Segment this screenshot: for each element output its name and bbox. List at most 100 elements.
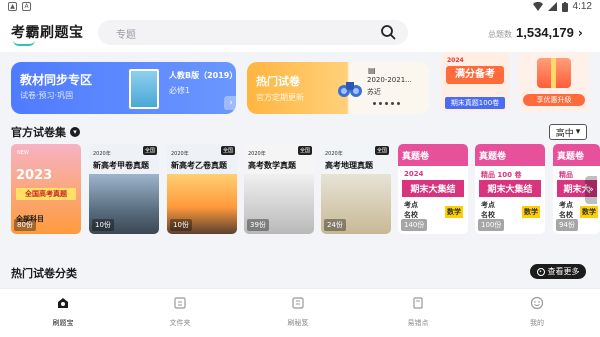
chevron-down-icon: ▾	[70, 127, 80, 137]
paper-card-title: 期末大集结	[479, 180, 541, 197]
paper-card-subject: 数学	[522, 206, 540, 218]
paper-card[interactable]: 2020年 全国 新高考甲卷真题 10份	[89, 144, 159, 234]
logo-smile-icon	[13, 40, 35, 46]
hot-papers-banner[interactable]: 热门试卷 官方定期更新 ▤ 2020-2021... 苏近	[247, 62, 429, 114]
wifi-icon	[532, 2, 543, 11]
paper-card[interactable]: 真题卷 精品 100 卷 期末大集结 考点 名校 数学 100份	[475, 144, 545, 234]
nav-item-label: 刷秘笈	[287, 319, 309, 327]
app-notification-icon: A	[22, 2, 31, 11]
hot-papers-subtitle: 官方定期更新	[256, 93, 304, 102]
paper-card-year: 精品 100 卷	[481, 171, 522, 179]
binoculars-icon	[338, 82, 362, 97]
paper-card-count: 10份	[170, 219, 192, 231]
paper-card-sub1: 考点	[559, 201, 573, 209]
discount-upgrade-promo[interactable]: 享优惠升级	[519, 52, 589, 112]
paper-card-count: 80份	[14, 219, 36, 231]
nav-item-tips[interactable]: 刷秘笈	[268, 295, 328, 328]
paper-card-sub1: 考点	[481, 201, 495, 209]
level-select[interactable]: 高中 ▾	[549, 124, 587, 140]
paper-card-title: 新高考甲卷真题	[93, 161, 149, 170]
nav-item-home[interactable]: 刷题宝	[33, 295, 93, 328]
paper-card-count: 100份	[478, 219, 505, 231]
paper-card-year: 2024	[404, 170, 424, 178]
paper-card[interactable]: 真题卷 2024 期末大集结 考点 名校 数学 140份	[398, 144, 468, 234]
paper-card-year: 2020年	[325, 151, 343, 157]
folder-icon	[174, 297, 186, 309]
textbook-sync-banner[interactable]: 教材同步专区 试卷·预习·巩固 人教B版（2019） 必修1 ›	[11, 62, 236, 114]
total-questions-label: 总题数	[488, 30, 512, 39]
nav-item-mistakes[interactable]: 易错点	[388, 295, 448, 328]
paper-card[interactable]: 2020年 全国 新高考乙卷真题 10份	[167, 144, 237, 234]
paper-card-badge: 全国	[142, 146, 157, 155]
paper-card-year: 2023	[16, 168, 53, 183]
paper-card-badge: 全国	[374, 146, 389, 155]
paper-card-title: 新高考乙卷真题	[171, 161, 227, 170]
app-header: 考霸刷题宝 专题 总题数 1,534,179 ›	[0, 14, 600, 52]
textbook-cover-image	[129, 69, 159, 109]
search-icon[interactable]	[380, 24, 396, 40]
paper-card-count: 10份	[92, 219, 114, 231]
final-exam-headline: 满分备考	[446, 66, 504, 84]
paper-card[interactable]: NEW 2023 全国高考真题 全部科目 80份	[11, 144, 81, 234]
paper-card-subject: 数学	[445, 206, 463, 218]
hot-categories-title: 热门试卷分类	[11, 267, 77, 280]
battery-icon	[561, 1, 568, 12]
paper-card-title: 全国高考真题	[16, 188, 76, 200]
status-right: 4:12	[532, 1, 592, 12]
view-more-button[interactable]: • 查看更多	[530, 264, 586, 279]
nav-item-label: 刷题宝	[52, 319, 74, 327]
app-logo: 考霸刷题宝	[11, 25, 84, 41]
textbook-sync-title: 教材同步专区	[20, 73, 93, 87]
carousel-dots	[373, 102, 400, 105]
paper-card-head-label: 真题卷	[402, 152, 430, 162]
paper-card-header: 真题卷	[475, 144, 545, 166]
final-exam-year: 2024	[447, 57, 464, 64]
paper-card-badge: 全国	[220, 146, 235, 155]
textbook-volume: 必修1	[169, 86, 191, 95]
paper-card-title: 期末大集结	[402, 180, 464, 197]
paper-card-header: 真题卷	[553, 144, 600, 166]
paper-card[interactable]: 2020年 全国 高考数学真题 39份	[244, 144, 314, 234]
paper-card-count: 39份	[247, 219, 269, 231]
hot-papers-title: 热门试卷	[256, 75, 300, 88]
paper-card-count: 94份	[556, 219, 578, 231]
arrow-right-icon[interactable]: ›	[224, 96, 236, 110]
document-icon: ▤	[368, 66, 376, 75]
search-placeholder: 专题	[116, 30, 136, 41]
smiley-icon	[530, 296, 544, 310]
final-exam-sub: 期末真题100卷	[445, 97, 505, 109]
paper-card-head-label: 真题卷	[479, 152, 507, 162]
final-exam-promo[interactable]: 2024 满分备考 期末真题100卷	[441, 52, 509, 112]
hot-paper-line1: 2020-2021...	[367, 76, 412, 84]
paper-card-badge: 全国	[297, 146, 312, 155]
signal-icon	[547, 2, 557, 11]
chevron-right-icon: ›	[577, 26, 583, 40]
hot-paper-line2: 苏近	[367, 88, 381, 96]
level-select-value: 高中	[555, 128, 574, 139]
total-questions[interactable]: 总题数 1,534,179 ›	[488, 25, 583, 40]
nav-item-label: 我的	[530, 319, 544, 327]
textbook-edition: 人教B版（2019）	[169, 71, 236, 80]
gift-box-icon	[537, 58, 571, 88]
discount-upgrade-label: 享优惠升级	[523, 94, 585, 106]
more-icon: •	[536, 267, 545, 276]
paper-card-badge: NEW	[17, 150, 29, 156]
nav-item-label: 文件夹	[169, 319, 191, 327]
nav-item-profile[interactable]: 我的	[507, 295, 567, 328]
status-left-icons: ▲ A	[8, 2, 31, 11]
nav-item-folder[interactable]: 文件夹	[150, 295, 210, 328]
paper-card-year: 精品	[559, 171, 573, 179]
paper-card-year: 2020年	[171, 151, 189, 157]
official-papers-heading[interactable]: 官方试卷集 ▾	[11, 124, 80, 140]
paper-card[interactable]: 2020年 全国 高考地理真题 24份	[321, 144, 391, 234]
official-papers-title: 官方试卷集	[11, 126, 66, 139]
bottom-nav: 刷题宝 文件夹 刷秘笈 易错点 我的	[0, 288, 600, 337]
paper-card-year: 2020年	[93, 151, 111, 157]
search-input[interactable]: 专题	[98, 20, 408, 45]
book-icon	[292, 297, 304, 309]
scroll-right-button[interactable]: »	[585, 176, 597, 204]
paper-card-count: 140份	[401, 219, 428, 231]
paper-card-sub1: 考点	[404, 201, 418, 209]
paper-card-title: 高考地理真题	[325, 161, 373, 170]
chevron-down-icon: ▾	[575, 127, 581, 137]
